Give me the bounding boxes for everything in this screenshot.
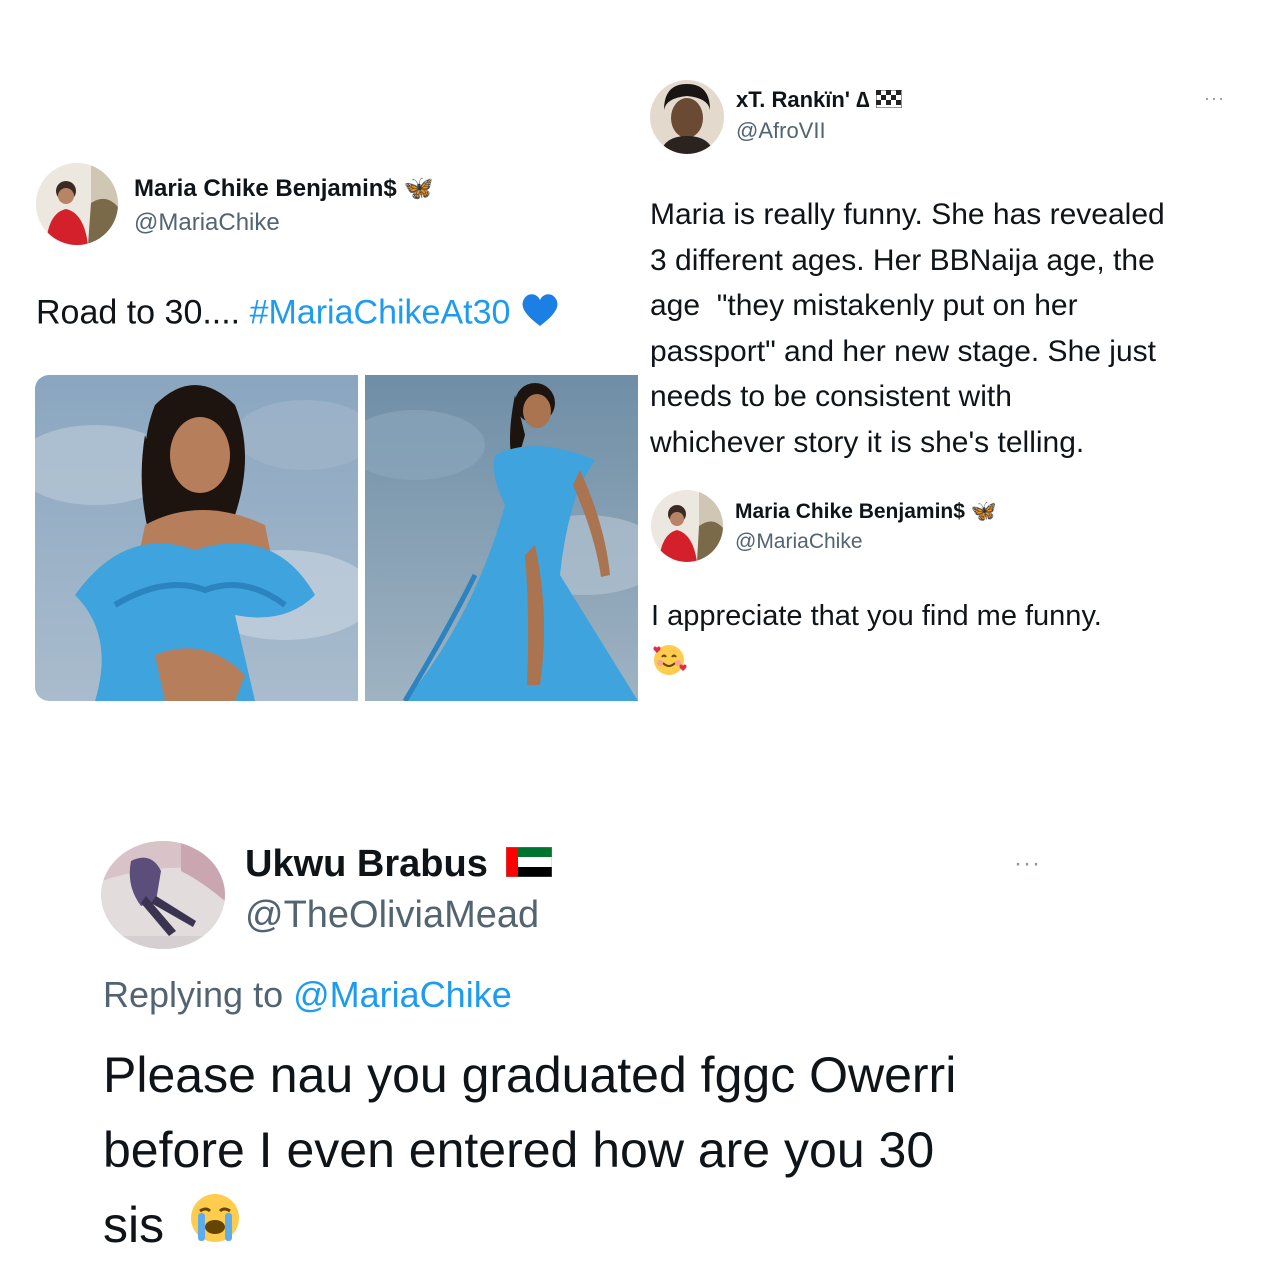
- hashtag-link[interactable]: #MariaChikeAt30: [250, 293, 511, 331]
- replying-to: Replying to @MariaChike: [103, 974, 512, 1016]
- tweet-bottom-line: before I even entered how are you 30: [103, 1122, 935, 1178]
- tweet-right-handle[interactable]: @AfroVII: [736, 118, 826, 144]
- avatar-afrovii[interactable]: [650, 80, 724, 154]
- checkered-flag-icon: [875, 88, 903, 114]
- tweet-right-line: whichever story it is she's telling.: [650, 425, 1085, 459]
- uae-flag-icon: [506, 844, 553, 887]
- tweet-right-name[interactable]: xT. Rankïn' ∆: [736, 87, 870, 112]
- more-options-icon[interactable]: ···: [1014, 850, 1041, 878]
- butterfly-icon: 🦋: [970, 500, 997, 523]
- tweet-bottom-name[interactable]: Ukwu Brabus: [245, 843, 488, 885]
- smiling-face-hearts-icon: [651, 642, 687, 683]
- replying-to-label: Replying to: [103, 974, 294, 1015]
- tweet-bottom-line-last: sis: [103, 1188, 956, 1266]
- tweet-right-line: age "they mistakenly put on her: [650, 289, 1078, 322]
- reply-maria-text: I appreciate that you find me funny.: [651, 600, 1102, 632]
- reply-maria-handle[interactable]: @MariaChike: [735, 530, 863, 554]
- loudly-crying-face-icon: [188, 1191, 242, 1266]
- tweet-right-line: needs to be consistent with: [650, 380, 1012, 413]
- avatar-maria[interactable]: [36, 163, 118, 245]
- more-options-icon[interactable]: ···: [1204, 88, 1225, 109]
- replying-to-handle[interactable]: @MariaChike: [293, 974, 512, 1015]
- tweet-left-text-prefix: Road to 30....: [36, 293, 250, 332]
- butterfly-icon: 🦋: [403, 175, 434, 202]
- tweet-bottom-line: Please nau you graduated fggc Owerri: [103, 1047, 957, 1103]
- avatar-olivia[interactable]: [101, 841, 225, 949]
- tweet-photo-2[interactable]: [365, 375, 638, 701]
- tweet-bottom-body: Please nau you graduated fggc Owerri bef…: [103, 1038, 956, 1266]
- tweet-right-body: Maria is really funny. She has revealed …: [650, 192, 1165, 465]
- tweet-left-handle[interactable]: @MariaChike: [134, 209, 280, 237]
- reply-maria-name[interactable]: Maria Chike Benjamin$: [735, 500, 965, 523]
- tweet-right-line: 3 different ages. Her BBNaija age, the: [650, 243, 1155, 277]
- avatar-maria-reply[interactable]: [651, 490, 723, 562]
- tweet-right-line: Maria is really funny. She has revealed: [650, 198, 1165, 231]
- blue-heart-icon: [520, 292, 560, 337]
- tweet-left-text: Road to 30.... #MariaChikeAt30: [36, 292, 560, 337]
- tweet-bottom-handle[interactable]: @TheOliviaMead: [245, 894, 539, 937]
- tweet-photo-1[interactable]: [35, 375, 358, 701]
- tweet-bottom-line: sis: [103, 1197, 165, 1253]
- tweet-left-name[interactable]: Maria Chike Benjamin$: [134, 175, 397, 202]
- tweet-right-line: passport" and her new stage. She just: [650, 334, 1156, 368]
